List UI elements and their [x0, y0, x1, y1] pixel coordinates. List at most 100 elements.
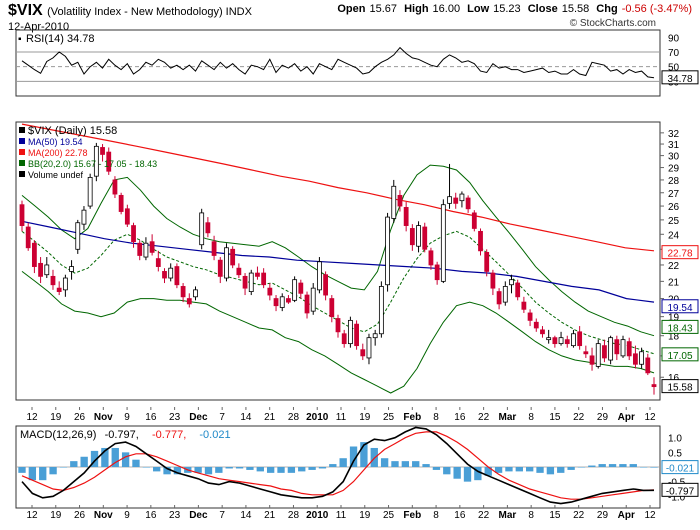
macd-x-label: 8 [433, 510, 439, 521]
candle-body [19, 204, 25, 226]
price-x-label: 9 [124, 412, 130, 423]
candle-body [155, 258, 161, 267]
price-candle [633, 345, 638, 369]
price-candle [602, 339, 607, 363]
candle-body [205, 222, 211, 234]
macd-histogram-bar [287, 467, 296, 473]
price-x-label: 16 [454, 412, 466, 423]
price-legend-swatch [19, 138, 25, 144]
price-candle [509, 274, 514, 294]
price-candle [211, 235, 217, 261]
macd-histogram-bar [380, 458, 389, 467]
price-tick-label: 30 [668, 152, 680, 163]
candle-body [645, 357, 651, 374]
macd-x-label: Dec [189, 510, 208, 521]
candle-body [193, 289, 198, 298]
price-legend-swatch [19, 127, 25, 133]
price-tick-label: 25 [668, 216, 680, 227]
price-x-label: 8 [433, 412, 439, 423]
macd-histogram-bar [412, 461, 420, 467]
macd-histogram-bar [629, 464, 637, 467]
macd-histogram-bar [70, 461, 78, 467]
price-candle [403, 202, 409, 232]
price-candle [614, 335, 620, 361]
candle-body [496, 291, 502, 305]
macd-histogram-bar [80, 456, 88, 467]
macd-x-label: 7 [219, 510, 225, 521]
macd-histogram-bar [256, 467, 264, 472]
price-x-label: Feb [403, 412, 421, 423]
price-legend-swatch [19, 171, 25, 177]
price-value-tag: 17.05 [661, 347, 699, 362]
macd-x-label: 22 [478, 510, 490, 521]
candle-body [149, 241, 155, 253]
macd-x-label: Feb [403, 510, 421, 521]
price-candle [180, 283, 186, 303]
candle-body [459, 193, 465, 202]
candle-body [552, 337, 558, 345]
macd-histogram-bar [204, 467, 213, 475]
macd-histogram-bar [28, 467, 37, 481]
macd-x-label: 15 [549, 510, 561, 521]
price-x-label: 25 [383, 412, 395, 423]
price-candle [292, 276, 298, 303]
price-x-label: Nov [94, 412, 113, 423]
macd-histogram-bar [432, 467, 441, 470]
price-tick-label: 22 [668, 261, 680, 272]
candle-body [267, 287, 273, 296]
price-candle [422, 222, 428, 253]
price-value-tag: 15.58 [661, 379, 699, 394]
macd-x-label: 2010 [306, 510, 329, 521]
price-tick-label: 26 [668, 202, 680, 213]
price-candle [50, 269, 56, 290]
price-candle [471, 210, 477, 232]
candle-body [211, 241, 217, 256]
price-candle [645, 353, 651, 376]
macd-x-label: Nov [94, 510, 113, 521]
price-value-tag-text: 17.05 [667, 351, 692, 362]
price-legend-item: MA(50) 19.54 [28, 137, 83, 147]
price-tick-label: 27 [668, 189, 680, 200]
price-x-label: 12 [644, 412, 656, 423]
candle-body [279, 296, 285, 308]
price-candle [75, 219, 81, 254]
candle-body [558, 337, 564, 345]
price-x-label: 26 [74, 412, 86, 423]
candle-body [323, 274, 329, 296]
macd-histogram-bar [639, 467, 648, 468]
rsi-legend-swatch: ▪ [18, 34, 22, 45]
candle-body [248, 272, 254, 292]
candle-body [434, 264, 440, 281]
candle-body [564, 339, 570, 345]
candle-body [224, 247, 229, 279]
price-candle [31, 240, 37, 274]
macd-histogram-bar [308, 467, 316, 470]
price-candle [490, 269, 496, 296]
candle-body [471, 212, 477, 229]
price-x-label: 19 [359, 412, 371, 423]
candle-body [633, 353, 638, 365]
macd-legend-item: -0.021 [199, 429, 230, 441]
candle-body [509, 279, 514, 286]
candle-body [478, 230, 483, 252]
candle-body [304, 294, 310, 314]
price-candle [193, 286, 198, 301]
price-candle [279, 293, 285, 312]
candle-body [242, 275, 248, 289]
price-candle [478, 228, 483, 256]
price-candle [25, 222, 31, 251]
price-candle [56, 281, 62, 296]
macd-tick-label: 0.5 [668, 448, 682, 459]
candle-body [168, 267, 174, 279]
candle-body [81, 209, 87, 225]
macd-x-label: 12 [644, 510, 656, 521]
rsi-value-tag-text: 34.78 [667, 74, 692, 85]
candle-body [484, 251, 490, 272]
macd-histogram-bar [608, 464, 617, 467]
price-candle [440, 199, 446, 284]
price-candle [248, 269, 254, 296]
price-x-label: 7 [219, 412, 225, 423]
price-candle [577, 326, 583, 350]
macd-histogram-bar [505, 467, 513, 472]
price-x-label: 22 [573, 412, 585, 423]
